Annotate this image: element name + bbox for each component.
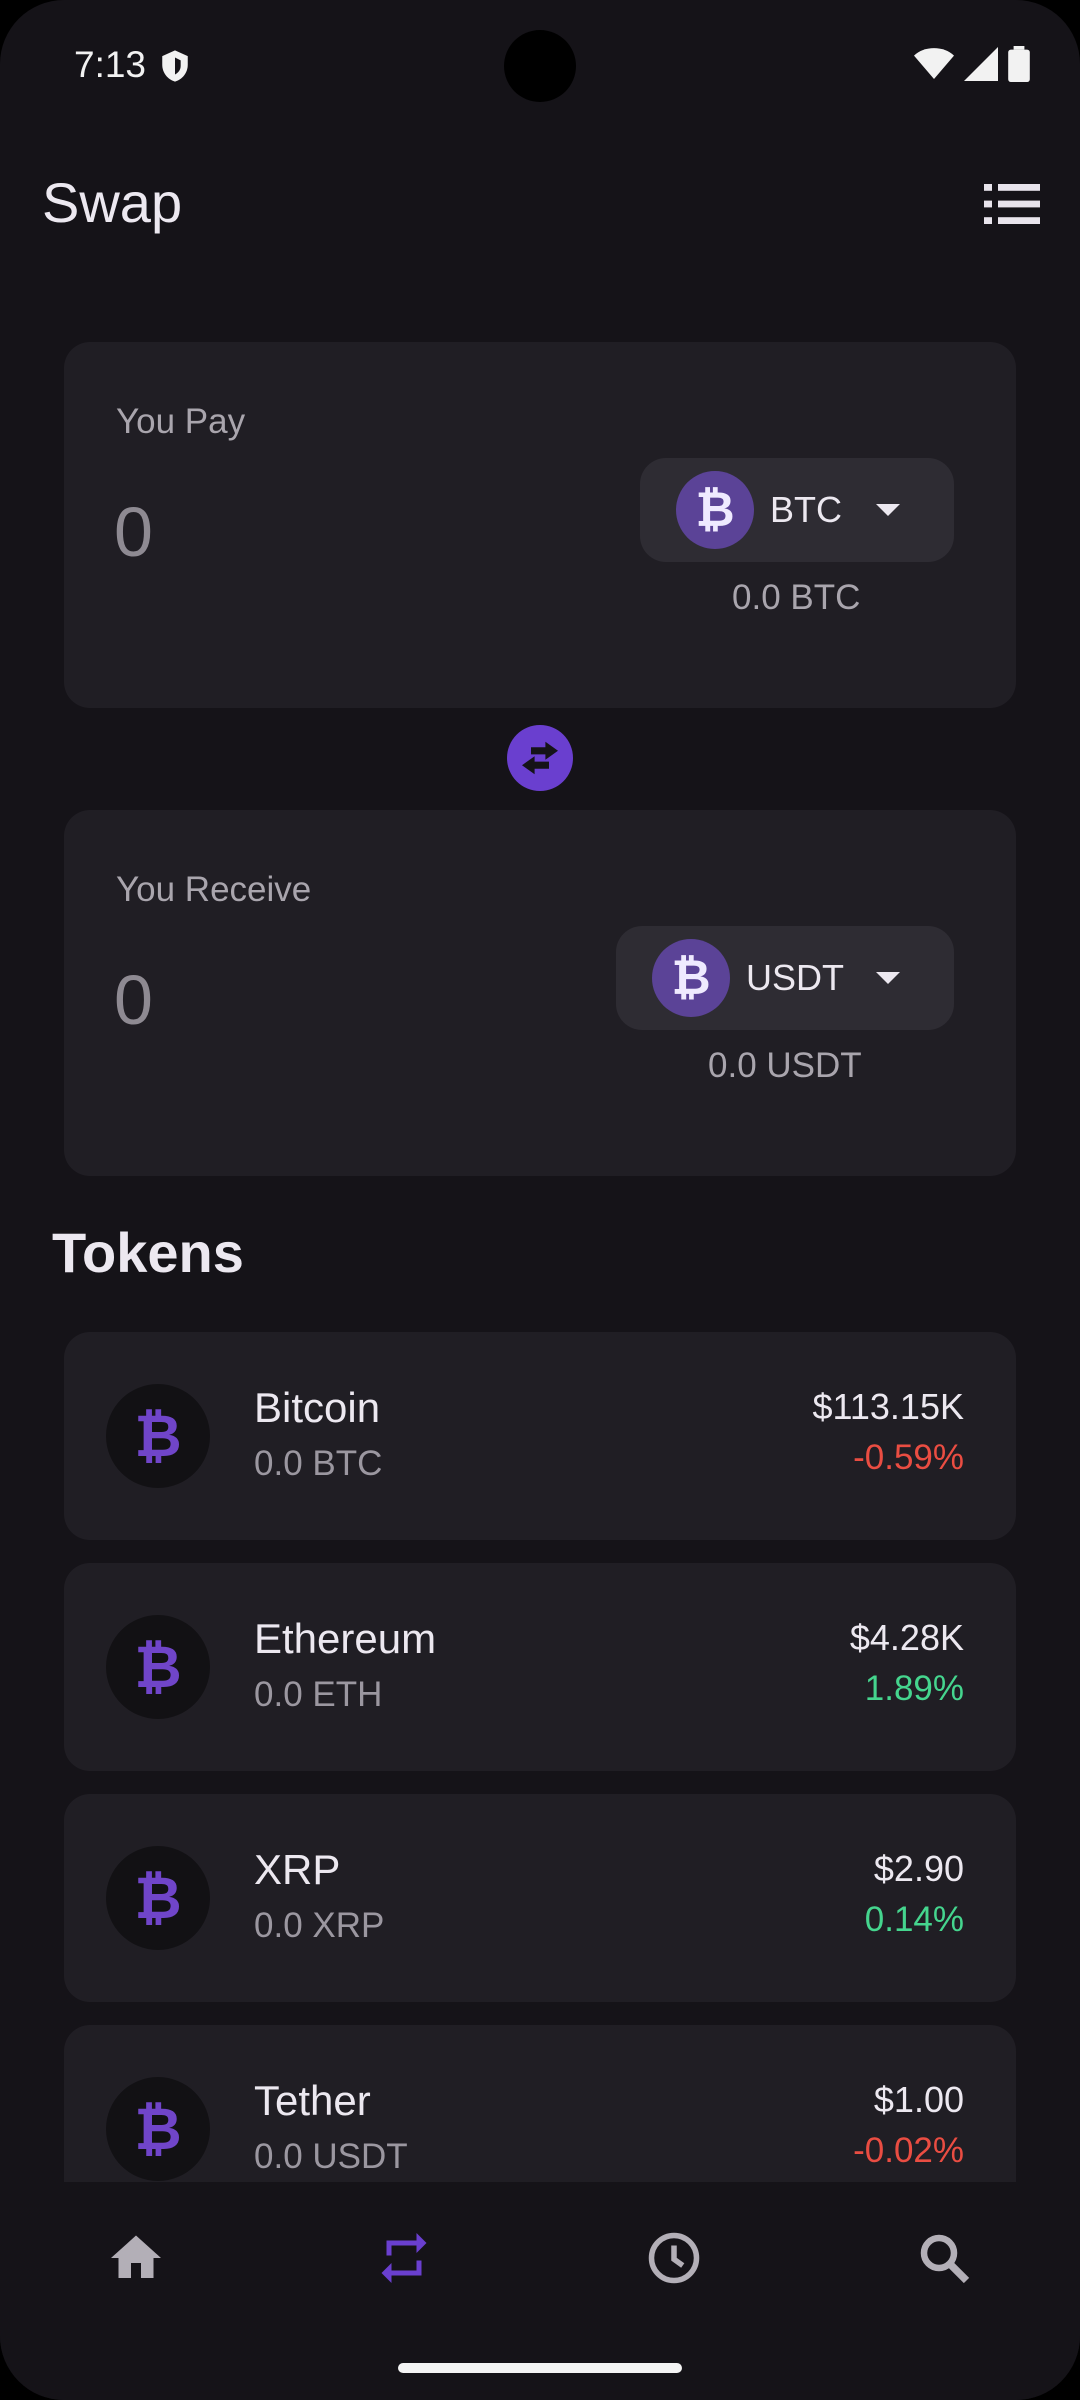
pay-token-label: BTC bbox=[770, 489, 842, 530]
pay-token-selector[interactable]: ₿ BTC bbox=[640, 458, 954, 562]
wifi-icon bbox=[914, 48, 954, 79]
shield-icon bbox=[162, 50, 188, 82]
receive-label: You Receive bbox=[116, 870, 312, 909]
swap-arrows-icon bbox=[522, 741, 558, 775]
receive-token-selector[interactable]: ₿ USDT bbox=[616, 926, 954, 1030]
tokens-heading: Tokens bbox=[52, 1221, 244, 1284]
receive-amount-input[interactable]: 0 bbox=[114, 960, 153, 1040]
bitcoin-icon: ₿ bbox=[676, 471, 754, 549]
token-name: Bitcoin bbox=[254, 1384, 381, 1431]
token-balance: 0.0 USDT bbox=[254, 2137, 408, 2176]
chevron-down-icon bbox=[876, 972, 900, 984]
pay-balance: 0.0 BTC bbox=[732, 578, 861, 617]
token-row-xrp[interactable]: ₿ XRP 0.0 XRP $2.90 0.14% bbox=[64, 1794, 1016, 2002]
token-change: 0.14% bbox=[864, 1900, 964, 1939]
token-list[interactable]: ₿ Bitcoin 0.0 BTC $113.15K -0.59% ₿ Ethe… bbox=[0, 1330, 1080, 2182]
swap-direction-button[interactable] bbox=[507, 725, 573, 791]
token-name: Ethereum bbox=[254, 1615, 437, 1662]
bitcoin-icon: ₿ bbox=[106, 1846, 210, 1950]
receive-balance: 0.0 USDT bbox=[708, 1046, 862, 1085]
token-name: XRP bbox=[254, 1846, 341, 1893]
token-balance: 0.0 ETH bbox=[254, 1675, 383, 1714]
token-name: Tether bbox=[254, 2077, 371, 2124]
home-icon[interactable] bbox=[106, 2228, 166, 2288]
bitcoin-icon: ₿ bbox=[652, 939, 730, 1017]
token-change: 1.89% bbox=[864, 1669, 964, 1708]
token-row-ethereum[interactable]: ₿ Ethereum 0.0 ETH $4.28K 1.89% bbox=[64, 1563, 1016, 1771]
status-time: 7:13 bbox=[74, 44, 147, 85]
home-indicator[interactable] bbox=[398, 2363, 682, 2373]
swap-screen: 7:13 Swap You Pay 0 ₿ BTC 0.0 BTC You Re… bbox=[0, 0, 1080, 2400]
chevron-down-icon bbox=[876, 504, 900, 516]
status-bar: 7:13 bbox=[0, 0, 1080, 130]
system-icons bbox=[914, 46, 1030, 82]
pay-label: You Pay bbox=[116, 402, 246, 441]
bitcoin-icon: ₿ bbox=[106, 1384, 210, 1488]
token-balance: 0.0 BTC bbox=[254, 1444, 383, 1483]
battery-icon bbox=[1008, 46, 1030, 82]
page-title: Swap bbox=[42, 171, 183, 234]
token-price: $2.90 bbox=[873, 1848, 964, 1889]
token-price: $113.15K bbox=[812, 1386, 964, 1427]
pay-amount-input[interactable]: 0 bbox=[114, 492, 153, 572]
receive-card: You Receive 0 ₿ USDT 0.0 USDT bbox=[64, 810, 1016, 1176]
camera-cutout bbox=[504, 30, 576, 102]
bitcoin-icon: ₿ bbox=[106, 2077, 210, 2181]
token-balance: 0.0 XRP bbox=[254, 1906, 385, 1945]
list-icon[interactable] bbox=[984, 180, 1040, 228]
search-icon[interactable] bbox=[914, 2228, 974, 2288]
pay-card: You Pay 0 ₿ BTC 0.0 BTC bbox=[64, 342, 1016, 708]
history-icon[interactable] bbox=[644, 2228, 704, 2288]
bitcoin-icon: ₿ bbox=[106, 1615, 210, 1719]
token-row-bitcoin[interactable]: ₿ Bitcoin 0.0 BTC $113.15K -0.59% bbox=[64, 1332, 1016, 1540]
receive-token-label: USDT bbox=[746, 957, 844, 998]
token-price: $4.28K bbox=[849, 1617, 964, 1658]
token-change: -0.59% bbox=[853, 1438, 964, 1477]
swap-icon[interactable] bbox=[374, 2228, 434, 2288]
token-price: $1.00 bbox=[873, 2079, 964, 2120]
token-change: -0.02% bbox=[853, 2131, 964, 2170]
token-row-tether[interactable]: ₿ Tether 0.0 USDT $1.00 -0.02% bbox=[64, 2025, 1016, 2182]
signal-icon bbox=[964, 47, 998, 81]
